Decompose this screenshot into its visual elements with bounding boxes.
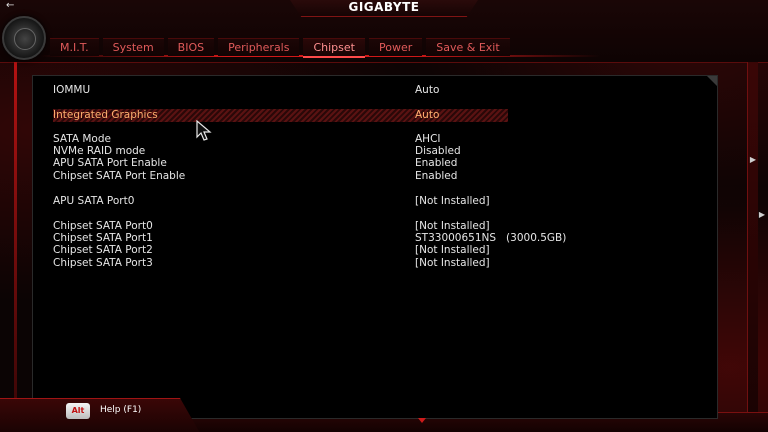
mouse-pointer-icon <box>196 120 212 141</box>
main-tabs: M.I.T. System BIOS Peripherals Chipset P… <box>50 38 510 58</box>
help-plate <box>0 398 200 432</box>
tab-chipset[interactable]: Chipset <box>303 38 365 58</box>
settings-panel: IOMMU Auto Integrated Graphics Auto SATA… <box>32 75 718 419</box>
setting-label: Chipset SATA Port Enable <box>53 170 186 182</box>
tab-save-exit[interactable]: Save & Exit <box>426 38 510 56</box>
setting-value[interactable]: Auto <box>415 109 439 122</box>
panel-corner <box>707 76 717 86</box>
tab-peripherals[interactable]: Peripherals <box>218 38 300 56</box>
info-chipset-sata-port3: Chipset SATA Port3 [Not Installed] <box>53 257 693 270</box>
tab-mit[interactable]: M.I.T. <box>50 38 99 56</box>
setting-integrated-graphics[interactable]: Integrated Graphics Auto <box>53 109 508 122</box>
setting-label: APU SATA Port Enable <box>53 157 167 169</box>
scroll-down-icon[interactable] <box>418 418 426 423</box>
scroll-right-icon[interactable]: ▶ <box>750 155 756 164</box>
info-value: [Not Installed] <box>415 244 490 256</box>
info-label: APU SATA Port0 <box>53 195 135 207</box>
tab-power[interactable]: Power <box>368 38 423 56</box>
tab-bios[interactable]: BIOS <box>167 38 215 56</box>
help-label[interactable]: Help (F1) <box>100 405 141 415</box>
setting-value[interactable]: Enabled <box>415 157 457 170</box>
tab-system[interactable]: System <box>102 38 164 56</box>
info-label: Chipset SATA Port2 <box>53 244 153 256</box>
info-apu-sata-port0: APU SATA Port0 [Not Installed] <box>53 195 693 208</box>
right-scroll-frame[interactable] <box>747 62 758 422</box>
setting-value[interactable]: Auto <box>415 84 439 97</box>
info-value: [Not Installed] <box>415 257 490 269</box>
info-chipset-sata-port2: Chipset SATA Port2 [Not Installed] <box>53 244 693 257</box>
alt-key-button[interactable]: Alt <box>66 403 90 419</box>
bios-screen: ← GIGABYTE M.I.T. System BIOS Peripheral… <box>0 0 768 432</box>
setting-value[interactable]: Enabled <box>415 170 457 183</box>
setting-chipset-sata-port-enable[interactable]: Chipset SATA Port Enable Enabled <box>53 170 693 183</box>
left-frame-accent <box>14 62 17 414</box>
logo-icon <box>2 16 46 60</box>
brand-title: GIGABYTE <box>348 0 420 14</box>
setting-label: IOMMU <box>53 84 91 96</box>
back-arrow-icon[interactable]: ← <box>6 0 14 11</box>
info-value: [Not Installed] <box>415 195 490 207</box>
setting-iommu[interactable]: IOMMU Auto <box>53 84 693 97</box>
scroll-right-icon[interactable]: ▶ <box>759 210 765 219</box>
logo-inner <box>14 28 36 50</box>
setting-label: Integrated Graphics <box>53 109 158 121</box>
setting-apu-sata-port-enable[interactable]: APU SATA Port Enable Enabled <box>53 157 693 170</box>
info-label: Chipset SATA Port3 <box>53 257 153 269</box>
